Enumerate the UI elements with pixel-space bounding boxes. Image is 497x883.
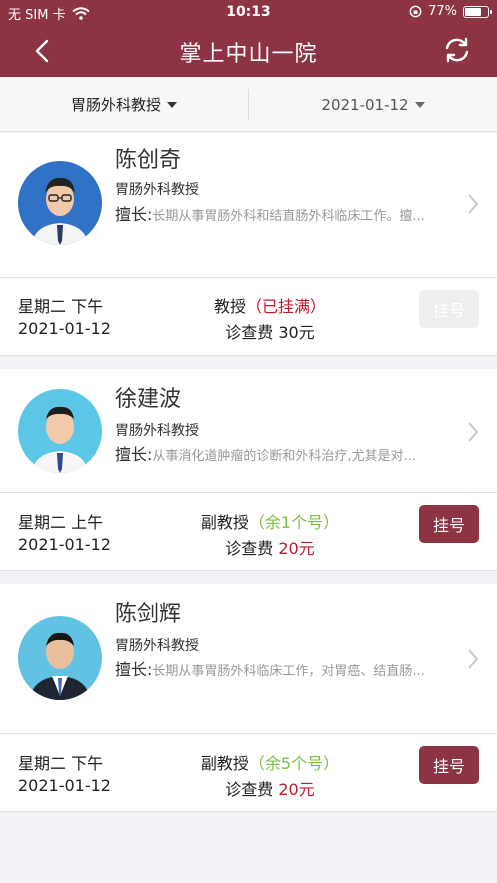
- doctor-name: 徐建波: [115, 387, 182, 412]
- specialty-label: 擅长:: [115, 205, 153, 224]
- availability-badge: （已挂满）: [246, 297, 327, 316]
- doctor-card: 陈创奇 胃肠外科教授 擅长:长期从事胃肠外科和结直肠外科临床工作。擅... 星期…: [0, 133, 497, 356]
- availability-badge: （余1个号）: [248, 513, 340, 532]
- doctor-info[interactable]: 陈剑辉 胃肠外科教授 擅长:长期从事胃肠外科临床工作，对胃癌、结直肠...: [0, 584, 497, 733]
- doctor-avatar: [18, 389, 102, 473]
- fee-value: 20元: [278, 539, 315, 558]
- doctor-avatar: [18, 616, 102, 700]
- date-label: 2021-01-12: [321, 95, 409, 114]
- level-label: 教授: [213, 297, 246, 316]
- doctor-card: 徐建波 胃肠外科教授 擅长:从事消化道肿瘤的诊断和外科治疗,尤其是对... 星期…: [0, 369, 497, 571]
- refresh-icon[interactable]: [443, 36, 471, 64]
- doctor-specialty: 擅长:长期从事胃肠外科和结直肠外科临床工作。擅...: [115, 202, 450, 230]
- doctor-title: 胃肠外科教授: [115, 638, 199, 654]
- department-dropdown[interactable]: 胃肠外科教授: [0, 77, 248, 132]
- doctor-level: 教授（已挂满）: [150, 293, 390, 317]
- register-button[interactable]: 挂号: [419, 746, 479, 784]
- register-button[interactable]: 挂号: [419, 505, 479, 543]
- doctor-specialty: 擅长:长期从事胃肠外科临床工作，对胃癌、结直肠...: [115, 657, 450, 685]
- slot-date: 2021-01-12: [18, 535, 111, 554]
- fee-label: 诊查费: [225, 539, 274, 558]
- consultation-fee: 诊查费 20元: [150, 535, 390, 559]
- doctor-specialty: 擅长:从事消化道肿瘤的诊断和外科治疗,尤其是对...: [115, 442, 450, 470]
- level-label: 副教授: [200, 513, 249, 532]
- doctor-title: 胃肠外科教授: [115, 423, 199, 439]
- date-dropdown[interactable]: 2021-01-12: [249, 77, 497, 132]
- chevron-right-icon: [468, 194, 479, 214]
- slot-date: 2021-01-12: [18, 776, 111, 795]
- chevron-right-icon: [468, 422, 479, 442]
- slot-day: 星期二 下午: [18, 297, 104, 316]
- doctor-avatar: [18, 161, 102, 245]
- specialty-text: 长期从事胃肠外科临床工作，对胃癌、结直肠...: [152, 664, 425, 679]
- doctor-name: 陈创奇: [115, 148, 182, 173]
- caret-down-icon: [414, 101, 425, 108]
- doctor-title: 胃肠外科教授: [115, 182, 199, 198]
- specialty-label: 擅长:: [115, 445, 153, 464]
- level-label: 副教授: [200, 754, 249, 773]
- consultation-fee: 诊查费 30元: [150, 319, 390, 343]
- rotation-lock-icon: [409, 5, 422, 18]
- fee-value: 30元: [278, 323, 315, 342]
- specialty-label: 擅长:: [115, 660, 153, 679]
- divider: [0, 277, 497, 278]
- caret-down-icon: [167, 101, 177, 108]
- fee-label: 诊查费: [225, 323, 274, 342]
- status-bar: 无 SIM 卡 10:13 77%: [0, 0, 497, 26]
- register-button[interactable]: 挂号: [419, 290, 479, 328]
- divider: [0, 733, 497, 734]
- nav-bar: 掌上中山一院: [0, 26, 497, 77]
- slot-date: 2021-01-12: [18, 319, 111, 338]
- specialty-text: 长期从事胃肠外科和结直肠外科临床工作。擅...: [152, 209, 425, 224]
- doctor-info[interactable]: 陈创奇 胃肠外科教授 擅长:长期从事胃肠外科和结直肠外科临床工作。擅...: [0, 133, 497, 277]
- availability-badge: （余5个号）: [248, 754, 340, 773]
- slot-day: 星期二 上午: [18, 513, 104, 532]
- divider: [0, 492, 497, 493]
- page-title: 掌上中山一院: [179, 42, 318, 67]
- consultation-fee: 诊查费 20元: [150, 776, 390, 800]
- chevron-right-icon: [468, 649, 479, 669]
- filter-bar: 胃肠外科教授 2021-01-12: [0, 77, 497, 132]
- battery-icon: [463, 5, 492, 18]
- doctor-level: 副教授（余1个号）: [150, 509, 390, 533]
- fee-label: 诊查费: [225, 780, 274, 799]
- specialty-text: 从事消化道肿瘤的诊断和外科治疗,尤其是对...: [152, 449, 416, 464]
- slot-day: 星期二 下午: [18, 754, 104, 773]
- doctor-level: 副教授（余5个号）: [150, 750, 390, 774]
- top-bar: 无 SIM 卡 10:13 77% 掌上中山一院: [0, 0, 497, 77]
- doctor-info[interactable]: 徐建波 胃肠外科教授 擅长:从事消化道肿瘤的诊断和外科治疗,尤其是对...: [0, 369, 497, 492]
- doctor-name: 陈剑辉: [115, 602, 182, 627]
- doctor-card: 陈剑辉 胃肠外科教授 擅长:长期从事胃肠外科临床工作，对胃癌、结直肠... 星期…: [0, 584, 497, 812]
- fee-value: 20元: [278, 780, 315, 799]
- department-label: 胃肠外科教授: [70, 96, 161, 114]
- battery-percent: 77%: [428, 4, 457, 19]
